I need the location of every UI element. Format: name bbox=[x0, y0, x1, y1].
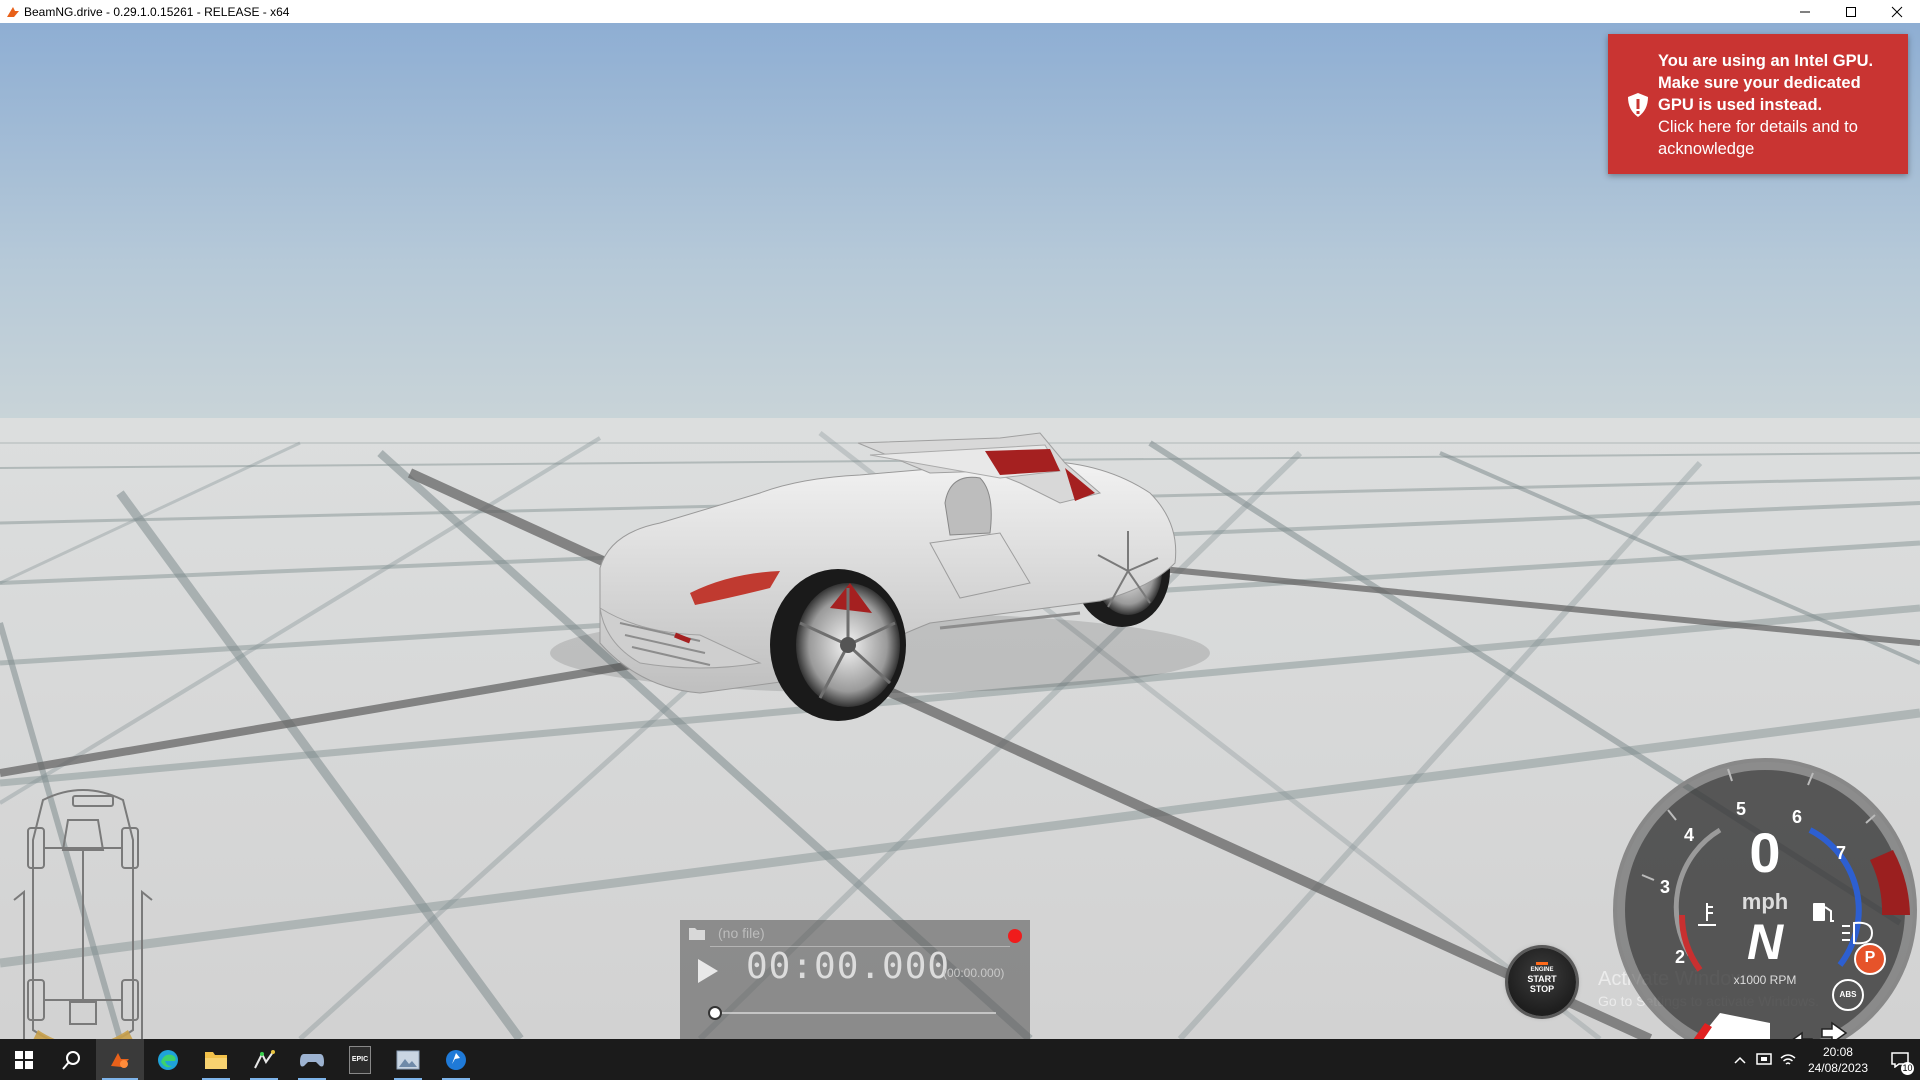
tray-overflow-button[interactable] bbox=[1728, 1039, 1752, 1080]
taskbar-clock[interactable]: 20:08 24/08/2023 bbox=[1808, 1044, 1868, 1076]
taskbar-file-explorer[interactable] bbox=[192, 1039, 240, 1080]
minimize-button[interactable] bbox=[1782, 0, 1828, 23]
engine-start-stop-button[interactable]: ENGINE START STOP bbox=[1508, 948, 1576, 1016]
minimize-icon bbox=[1800, 11, 1810, 12]
taskbar-beamng[interactable] bbox=[96, 1039, 144, 1080]
taskbar-edge[interactable] bbox=[144, 1039, 192, 1080]
display-tray-icon bbox=[1756, 1052, 1772, 1065]
beamng-logo-icon bbox=[7, 6, 19, 17]
close-icon bbox=[1891, 6, 1903, 17]
window-title: BeamNG.drive - 0.29.1.0.15261 - RELEASE … bbox=[24, 4, 290, 19]
rpm-tick-5: 5 bbox=[1736, 799, 1747, 819]
vehicle-damage-diagram bbox=[13, 789, 153, 1039]
engine-label: ENGINE bbox=[1530, 967, 1554, 973]
start-label: START bbox=[1527, 974, 1557, 984]
beamng-icon bbox=[111, 1052, 129, 1068]
engine-indicator-bar bbox=[1536, 962, 1548, 965]
taskbar-pinned-app[interactable] bbox=[432, 1039, 480, 1080]
game-controller-icon bbox=[300, 1053, 324, 1066]
game-viewport[interactable]: ENGINE START STOP Activate Windows Go to… bbox=[0, 23, 1920, 1039]
system-tray: 20:08 24/08/2023 10 bbox=[1728, 1039, 1920, 1080]
replay-seek-track[interactable] bbox=[714, 1012, 996, 1014]
speed-unit: mph bbox=[1741, 889, 1789, 914]
rpm-tick-7: 7 bbox=[1836, 843, 1847, 863]
notification-center-button[interactable]: 10 bbox=[1880, 1039, 1920, 1080]
blender-like-icon bbox=[254, 1049, 275, 1068]
search-icon bbox=[62, 1050, 80, 1070]
image-viewer-icon bbox=[396, 1050, 420, 1069]
replay-seek-handle[interactable] bbox=[708, 1006, 722, 1020]
close-button[interactable] bbox=[1874, 0, 1920, 23]
tray-app-button[interactable] bbox=[1752, 1039, 1776, 1080]
folder-icon[interactable] bbox=[688, 926, 706, 941]
speedometer-gauge: 2 3 4 5 6 7 0 mph N x1000 RPM P ABS bbox=[1610, 755, 1920, 1039]
taskbar-epic-games[interactable]: EPIC bbox=[336, 1039, 384, 1080]
stop-label: STOP bbox=[1529, 984, 1555, 994]
rpm-tick-3: 3 bbox=[1660, 877, 1671, 897]
replay-panel: (no file) 00:00.000 (00:00.000) bbox=[680, 920, 1030, 1040]
rpm-label: x1000 RPM bbox=[1733, 973, 1797, 987]
replay-time: 00:00.000 bbox=[746, 946, 951, 987]
rpm-tick-4: 4 bbox=[1684, 825, 1695, 845]
chevron-up-icon bbox=[1734, 1056, 1746, 1064]
clock-time: 20:08 bbox=[1822, 1044, 1853, 1059]
file-explorer-icon bbox=[205, 1051, 227, 1069]
gpu-warning-action: Click here for details and to acknowledg… bbox=[1658, 118, 1858, 158]
pinned-app-icon bbox=[446, 1049, 466, 1070]
gear-indicator: N bbox=[1746, 914, 1784, 970]
epic-games-label: EPIC bbox=[351, 1055, 369, 1063]
window-titlebar: BeamNG.drive - 0.29.1.0.15261 - RELEASE … bbox=[0, 0, 1920, 23]
gpu-warning-message: You are using an Intel GPU. Make sure yo… bbox=[1658, 52, 1874, 114]
maximize-icon bbox=[1846, 6, 1856, 17]
epic-games-icon: EPIC bbox=[349, 1045, 371, 1074]
taskbar-game-controller[interactable] bbox=[288, 1039, 336, 1080]
speed-value: 0 bbox=[1749, 821, 1781, 884]
network-button[interactable] bbox=[1776, 1039, 1800, 1080]
search-button[interactable] bbox=[48, 1039, 96, 1080]
maximize-button[interactable] bbox=[1828, 0, 1874, 23]
clock-date: 24/08/2023 bbox=[1807, 1060, 1868, 1075]
shield-exclamation-icon bbox=[1628, 93, 1648, 117]
start-button[interactable] bbox=[0, 1039, 48, 1080]
taskbar-app-graph[interactable] bbox=[240, 1039, 288, 1080]
record-button[interactable] bbox=[1008, 929, 1022, 943]
abs-label: ABS bbox=[1839, 990, 1857, 999]
replay-total-time: (00:00.000) bbox=[943, 966, 1005, 980]
parking-brake-label: P bbox=[1864, 949, 1876, 966]
taskbar-image-viewer[interactable] bbox=[384, 1039, 432, 1080]
wifi-icon bbox=[1780, 1053, 1796, 1065]
gpu-warning-notification[interactable]: You are using an Intel GPU. Make sure yo… bbox=[1608, 34, 1908, 174]
windows-taskbar: EPIC 20:08 24/08/2023 10 bbox=[0, 1039, 1920, 1080]
play-icon[interactable] bbox=[694, 956, 722, 986]
edge-icon bbox=[158, 1049, 178, 1070]
notification-count-badge: 10 bbox=[1901, 1062, 1914, 1075]
rpm-tick-2: 2 bbox=[1675, 947, 1686, 967]
start-icon bbox=[15, 1050, 33, 1069]
replay-filename: (no file) bbox=[718, 925, 765, 941]
